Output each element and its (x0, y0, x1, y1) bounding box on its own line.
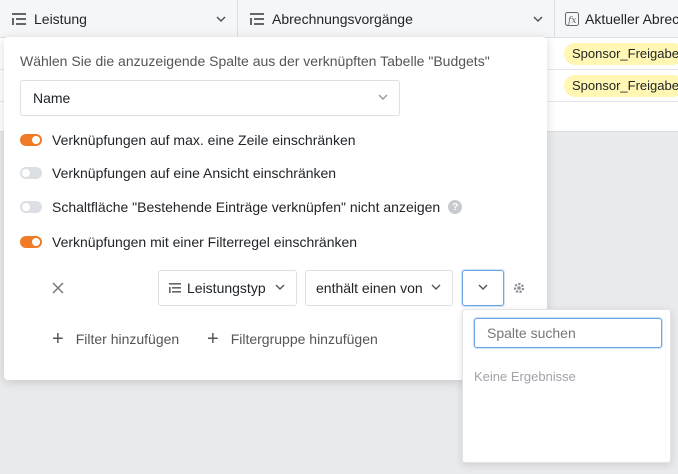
chevron-down-icon (477, 280, 489, 296)
chevron-down-icon (274, 280, 286, 296)
link-list-icon (248, 10, 266, 28)
toggle-label: Schaltfläche "Bestehende Einträge verknü… (52, 199, 441, 215)
status-badge: Sponsor_Freigabe (564, 43, 678, 65)
plus-icon: + (52, 328, 64, 350)
filter-value-dropdown: Keine Ergebnisse (462, 309, 671, 463)
svg-text:fx: fx (567, 16, 576, 26)
column-header-aktueller-abrechnung[interactable]: fx Aktueller Abrec (555, 0, 678, 38)
filter-value-select[interactable] (462, 270, 504, 306)
toggle-row-hide-link-existing: Schaltfläche "Bestehende Einträge verknü… (20, 199, 463, 215)
formula-icon: fx (565, 10, 579, 28)
chevron-down-icon[interactable] (532, 12, 544, 28)
filter-operator-select[interactable]: enthält einen von (305, 270, 453, 306)
gear-icon[interactable] (512, 281, 526, 298)
filter-column-value: Leistungstyp (187, 280, 266, 296)
toggle-row-max-one-row: Verknüpfungen auf max. eine Zeile einsch… (20, 132, 356, 148)
filter-column-select[interactable]: Leistungstyp (158, 270, 297, 306)
toggle-label: Verknüpfungen mit einer Filterregel eins… (52, 234, 358, 250)
toggle-row-filter-rule: Verknüpfungen mit einer Filterregel eins… (20, 234, 357, 250)
chevron-down-icon (377, 90, 389, 106)
column-header-abrechnungsvorgaenge[interactable]: Abrechnungsvorgänge (238, 0, 555, 38)
table-header: Leistung Abrechnungsvorgänge fx Aktuelle… (0, 0, 678, 38)
column-header-label: Leistung (34, 11, 87, 27)
toggle-switch[interactable] (20, 167, 42, 179)
link-list-icon (10, 10, 28, 28)
display-column-label: Wählen Sie die anzuzeigende Spalte aus d… (20, 53, 490, 69)
chevron-down-icon[interactable] (215, 12, 227, 28)
add-filter-group-button[interactable]: + Filtergruppe hinzufügen (207, 329, 378, 349)
plus-icon: + (207, 328, 219, 350)
column-header-label: Abrechnungsvorgänge (272, 11, 413, 27)
add-filter-label: Filter hinzufügen (75, 331, 180, 347)
display-column-value: Name (33, 90, 71, 106)
toggle-row-restrict-view: Verknüpfungen auf eine Ansicht einschrän… (20, 165, 336, 181)
display-column-select[interactable]: Name (20, 80, 400, 116)
help-icon[interactable]: ? (448, 200, 463, 214)
add-filter-group-label: Filtergruppe hinzufügen (230, 331, 378, 347)
toggle-label: Verknüpfungen auf eine Ansicht einschrän… (52, 165, 337, 181)
toggle-switch[interactable] (20, 201, 42, 213)
no-results-text: Keine Ergebnisse (474, 369, 576, 384)
toggle-switch[interactable] (20, 134, 42, 146)
remove-filter-icon[interactable] (50, 280, 66, 296)
chevron-down-icon (430, 280, 442, 296)
list-icon (169, 283, 181, 293)
column-header-leistung[interactable]: Leistung (0, 0, 238, 38)
toggle-label: Verknüpfungen auf max. eine Zeile einsch… (52, 132, 356, 148)
filter-operator-value: enthält einen von (316, 280, 423, 296)
toggle-switch[interactable] (20, 236, 42, 248)
column-header-label: Aktueller Abrec (585, 11, 678, 27)
column-search-input[interactable] (474, 318, 662, 348)
status-badge: Sponsor_Freigabe (564, 75, 678, 97)
add-filter-button[interactable]: + Filter hinzufügen (52, 329, 179, 349)
